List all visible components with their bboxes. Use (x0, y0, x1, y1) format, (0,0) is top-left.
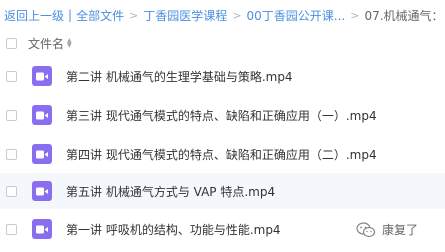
breadcrumb-separator: > (350, 8, 360, 22)
file-checkbox[interactable] (6, 148, 17, 160)
file-row[interactable]: 第三讲 现代通气模式的特点、缺陷和正确应用（一）.mp4 (0, 97, 445, 133)
file-name[interactable]: 第三讲 现代通气模式的特点、缺陷和正确应用（一）.mp4 (66, 107, 377, 124)
breadcrumb-item-course[interactable]: 丁香园医学课程 (143, 7, 227, 24)
watermark-text: 康复了 (382, 223, 419, 237)
breadcrumb-current-folder: 07.机械通气： (364, 8, 444, 23)
file-checkbox[interactable] (6, 70, 17, 82)
video-file-icon (32, 181, 52, 201)
video-file-icon (32, 144, 52, 164)
file-name[interactable]: 第二讲 机械通气的生理学基础与策略.mp4 (66, 68, 293, 85)
file-checkbox[interactable] (6, 109, 17, 121)
column-header-filename[interactable]: 文件名 (28, 35, 64, 52)
file-name[interactable]: 第五讲 机械通气方式与 VAP 特点.mp4 (66, 183, 275, 200)
breadcrumb-item-open-class[interactable]: 00丁香园公开课... (247, 7, 346, 24)
file-row[interactable]: 第五讲 机械通气方式与 VAP 特点.mp4 (0, 173, 445, 209)
breadcrumb-separator: > (129, 8, 139, 22)
file-list-header: 文件名 ▲ ▼ (0, 30, 445, 56)
file-row[interactable]: 第四讲 现代通气模式的特点、缺陷和正确应用（二）.mp4 (0, 136, 445, 172)
breadcrumb-divider: | (68, 8, 73, 22)
watermark: 康复了 (356, 221, 418, 238)
video-file-icon (32, 66, 52, 86)
wechat-logo-icon (356, 221, 376, 237)
video-file-icon (32, 105, 52, 125)
back-link[interactable]: 返回上一级 (4, 7, 64, 24)
file-name[interactable]: 第四讲 现代通气模式的特点、缺陷和正确应用（二）.mp4 (66, 146, 377, 163)
file-row[interactable]: 第二讲 机械通气的生理学基础与策略.mp4 (0, 58, 445, 94)
all-files-link[interactable]: 全部文件 (76, 7, 124, 24)
sort-icon[interactable]: ▲ ▼ (67, 38, 72, 49)
breadcrumb: 返回上一级 | 全部文件 > 丁香园医学课程 > 00丁香园公开课... > 0… (0, 0, 445, 30)
file-name[interactable]: 第一讲 呼吸机的结构、功能与性能.mp4 (66, 221, 281, 238)
file-checkbox[interactable] (6, 223, 17, 235)
breadcrumb-separator: > (232, 8, 242, 22)
file-checkbox[interactable] (6, 185, 17, 197)
video-file-icon (32, 219, 52, 239)
select-all-checkbox[interactable] (6, 37, 17, 49)
